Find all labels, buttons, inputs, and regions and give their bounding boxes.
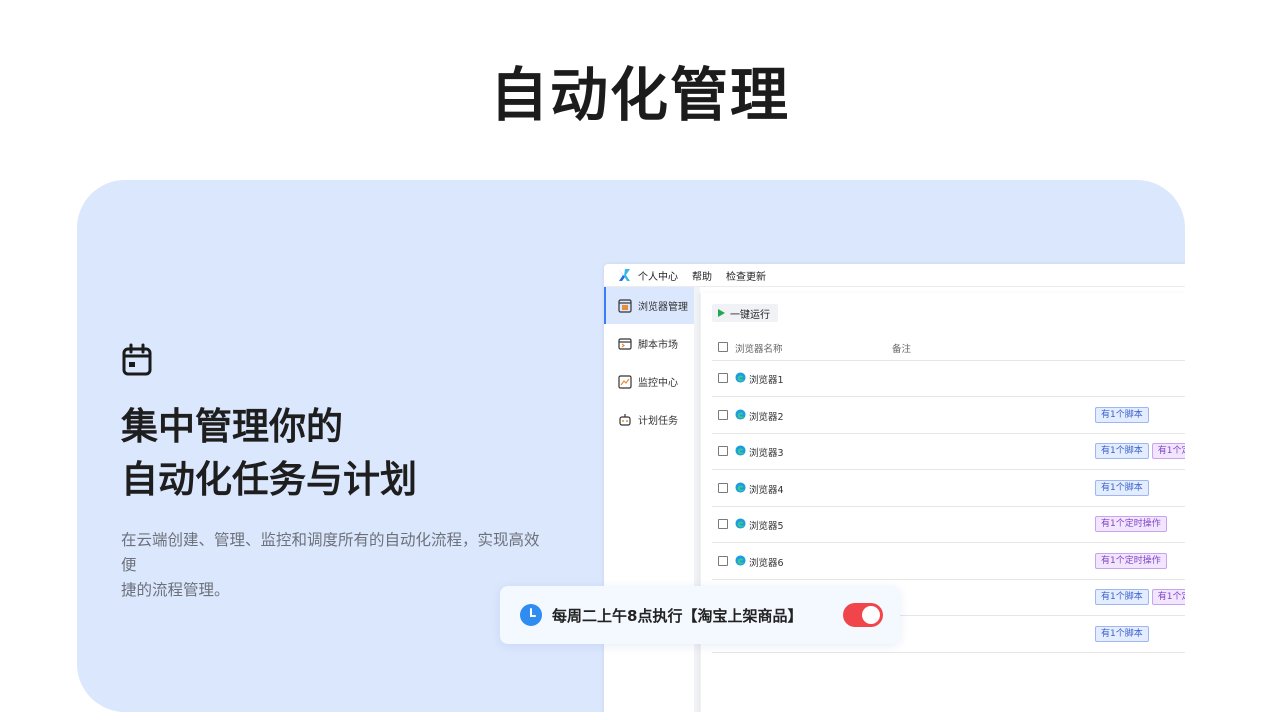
table-row[interactable]: 浏览器2 有1个脚本 [712, 397, 1185, 434]
edge-browser-icon [735, 408, 746, 420]
sidebar-item-label: 浏览器管理 [638, 302, 688, 313]
page-title: 自动化管理 [489, 61, 790, 129]
table-row[interactable]: 浏览器4 有1个脚本 [712, 470, 1185, 507]
sidebar-item-browser-manage[interactable]: 浏览器管理 [604, 287, 694, 324]
row-checkbox[interactable] [718, 373, 728, 383]
status-badge: 有1个定 [1151, 589, 1185, 605]
row-tags: 有1个定时操作 [1095, 552, 1170, 569]
browser-manage-icon [618, 298, 632, 313]
run-all-label: 一键运行 [730, 309, 770, 321]
row-tags: 有1个脚本 [1095, 479, 1152, 496]
feature-headline: 集中管理你的 自动化任务与计划 [121, 400, 417, 506]
browser-name: 浏览器4 [749, 484, 784, 496]
table-row[interactable]: 浏览器5 有1个定时操作 [712, 506, 1185, 543]
select-all-checkbox[interactable] [718, 342, 728, 352]
headline-line-2: 自动化任务与计划 [121, 458, 417, 501]
status-badge: 有1个定时操作 [1095, 516, 1167, 532]
row-tags: 有1个脚本有1个定 [1095, 589, 1185, 605]
description-line-2: 捷的流程管理。 [121, 581, 230, 599]
edge-browser-icon [735, 372, 746, 383]
monitor-icon [618, 374, 632, 389]
menu-item-check-update[interactable]: 检查更新 [726, 268, 766, 283]
sidebar-item-script-market[interactable]: 脚本市场 [604, 325, 694, 362]
status-badge: 有1个脚本 [1095, 479, 1149, 496]
feature-description: 在云端创建、管理、监控和调度所有的自动化流程，实现高效便 捷的流程管理。 [121, 528, 541, 603]
script-market-icon [618, 337, 632, 350]
schedule-card: 每周二上午8点执行【淘宝上架商品】 [500, 586, 900, 644]
browser-list-panel: 一键运行 浏览器名称 备注 浏览器1浏览器2有1个脚本浏览器3有1个脚本有1个定… [700, 293, 1185, 712]
edge-browser-icon [735, 481, 746, 493]
sidebar-item-label: 脚本市场 [638, 340, 678, 351]
column-browser-name: 浏览器名称 [735, 344, 783, 355]
table-header: 浏览器名称 备注 [712, 336, 1185, 361]
row-tags: 有1个脚本 [1095, 406, 1152, 423]
robot-task-icon [619, 413, 631, 426]
schedule-toggle[interactable] [843, 603, 883, 627]
play-icon [718, 309, 725, 317]
sidebar-item-label: 计划任务 [638, 416, 678, 427]
calendar-icon [122, 343, 152, 376]
column-note: 备注 [892, 344, 912, 355]
headline-line-1: 集中管理你的 [121, 405, 343, 448]
browser-name: 浏览器2 [749, 411, 784, 423]
menu-bar: 个人中心 帮助 检查更新 [604, 264, 1185, 287]
row-checkbox[interactable] [718, 446, 728, 456]
browser-name: 浏览器6 [749, 557, 784, 569]
row-checkbox[interactable] [718, 519, 728, 529]
row-checkbox[interactable] [718, 409, 728, 420]
sidebar-item-monitor[interactable]: 监控中心 [604, 363, 694, 400]
app-logo-icon [618, 269, 630, 281]
status-badge: 有1个脚本 [1095, 443, 1149, 459]
feature-panel: 集中管理你的 自动化任务与计划 在云端创建、管理、监控和调度所有的自动化流程，实… [77, 180, 1185, 712]
status-badge: 有1个定 [1151, 443, 1185, 459]
table-row[interactable]: 浏览器3 有1个脚本有1个定 [712, 433, 1185, 470]
edge-browser-icon [735, 445, 746, 456]
browser-name: 浏览器5 [749, 521, 784, 532]
browser-name: 浏览器3 [749, 448, 784, 459]
status-badge: 有1个脚本 [1095, 589, 1149, 605]
clock-icon [520, 604, 542, 626]
sidebar: 浏览器管理 脚本市场 监控中心 计划任务 [604, 287, 694, 712]
table-row[interactable]: 浏览器1 [712, 360, 1185, 397]
browser-name: 浏览器1 [749, 375, 784, 386]
schedule-text: 每周二上午8点执行【淘宝上架商品】 [552, 607, 803, 625]
app-window: 个人中心 帮助 检查更新 浏览器管理 脚本市场 监控中心 计划任务 一键运行 浏… [604, 264, 1185, 712]
row-checkbox[interactable] [718, 555, 728, 566]
edge-browser-icon [735, 554, 746, 566]
edge-browser-icon [735, 518, 746, 529]
status-badge: 有1个脚本 [1095, 625, 1149, 642]
description-line-1: 在云端创建、管理、监控和调度所有的自动化流程，实现高效便 [121, 531, 540, 574]
table-row[interactable]: 浏览器6 有1个定时操作 [712, 543, 1185, 580]
toggle-knob [862, 606, 880, 624]
sidebar-item-label: 监控中心 [638, 378, 678, 389]
row-checkbox[interactable] [718, 482, 728, 493]
row-tags: 有1个脚本有1个定 [1095, 443, 1185, 459]
run-all-button[interactable]: 一键运行 [712, 304, 778, 322]
sidebar-item-scheduled-tasks[interactable]: 计划任务 [604, 401, 694, 438]
status-badge: 有1个定时操作 [1095, 552, 1167, 569]
row-tags: 有1个脚本 [1095, 625, 1152, 642]
menu-item-profile[interactable]: 个人中心 [638, 268, 678, 283]
row-tags: 有1个定时操作 [1095, 516, 1170, 532]
menu-item-help[interactable]: 帮助 [692, 268, 712, 283]
status-badge: 有1个脚本 [1095, 406, 1149, 423]
